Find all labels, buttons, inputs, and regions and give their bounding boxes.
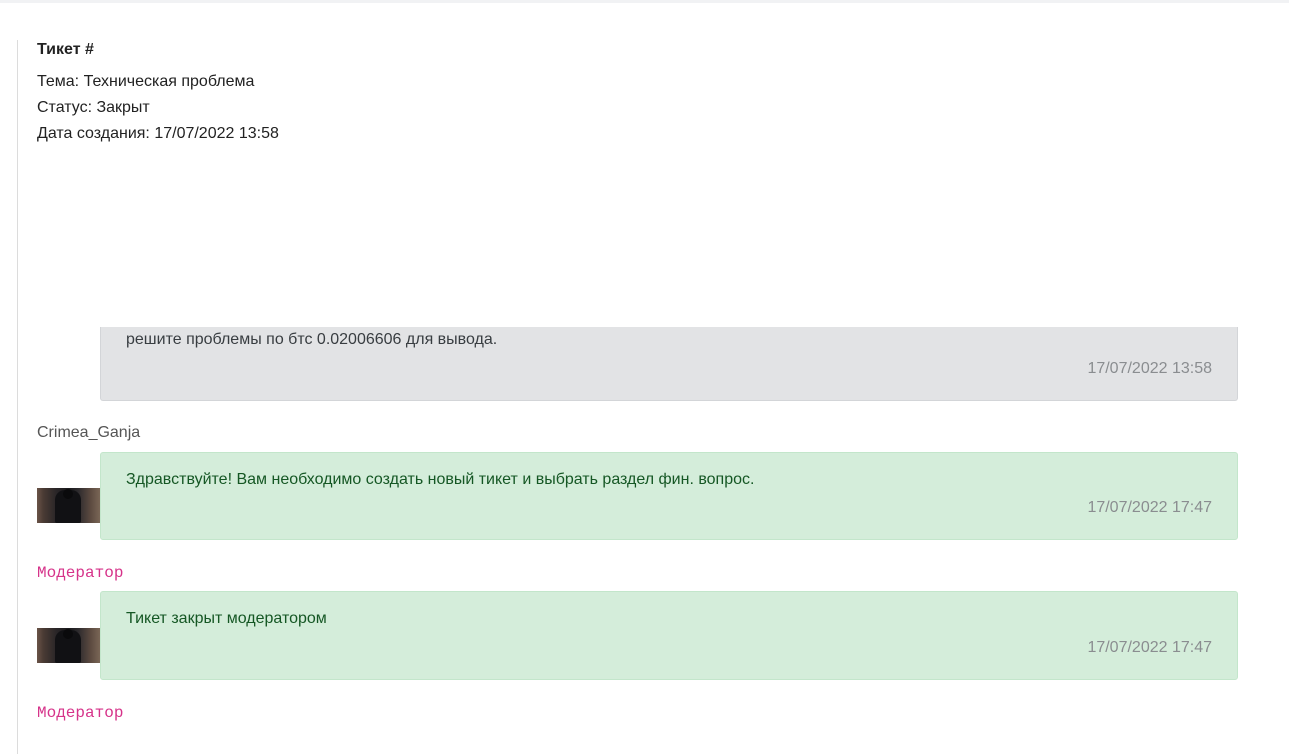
message-text: решите проблемы по бтс 0.02006606 для вы… — [126, 331, 498, 348]
message-timestamp: 17/07/2022 17:47 — [1087, 639, 1212, 656]
message-text: Тикет закрыт модератором — [126, 610, 327, 627]
author-role: Модератор — [37, 564, 124, 582]
avatar — [37, 488, 100, 523]
message-bubble-user: решите проблемы по бтс 0.02006606 для вы… — [100, 327, 1238, 401]
message-author[interactable]: Crimea_Ganja — [37, 424, 140, 442]
top-bar — [0, 0, 1289, 3]
message-timestamp: 17/07/2022 17:47 — [1087, 499, 1212, 516]
message-timestamp: 17/07/2022 13:58 — [1087, 360, 1212, 377]
ticket-topic: Тема: Техническая проблема — [37, 73, 255, 90]
ticket-created-date: Дата создания: 17/07/2022 13:58 — [37, 125, 279, 142]
message-text: Здравствуйте! Вам необходимо создать нов… — [126, 471, 755, 488]
message-bubble-moderator: Здравствуйте! Вам необходимо создать нов… — [100, 452, 1238, 540]
author-role: Модератор — [37, 704, 124, 722]
avatar — [37, 628, 100, 663]
message-bubble-moderator: Тикет закрыт модератором 17/07/2022 17:4… — [100, 591, 1238, 680]
ticket-status: Статус: Закрыт — [37, 99, 150, 116]
ticket-panel: Тикет # Тема: Техническая проблема Стату… — [17, 40, 1289, 754]
ticket-title: Тикет # — [37, 41, 94, 58]
